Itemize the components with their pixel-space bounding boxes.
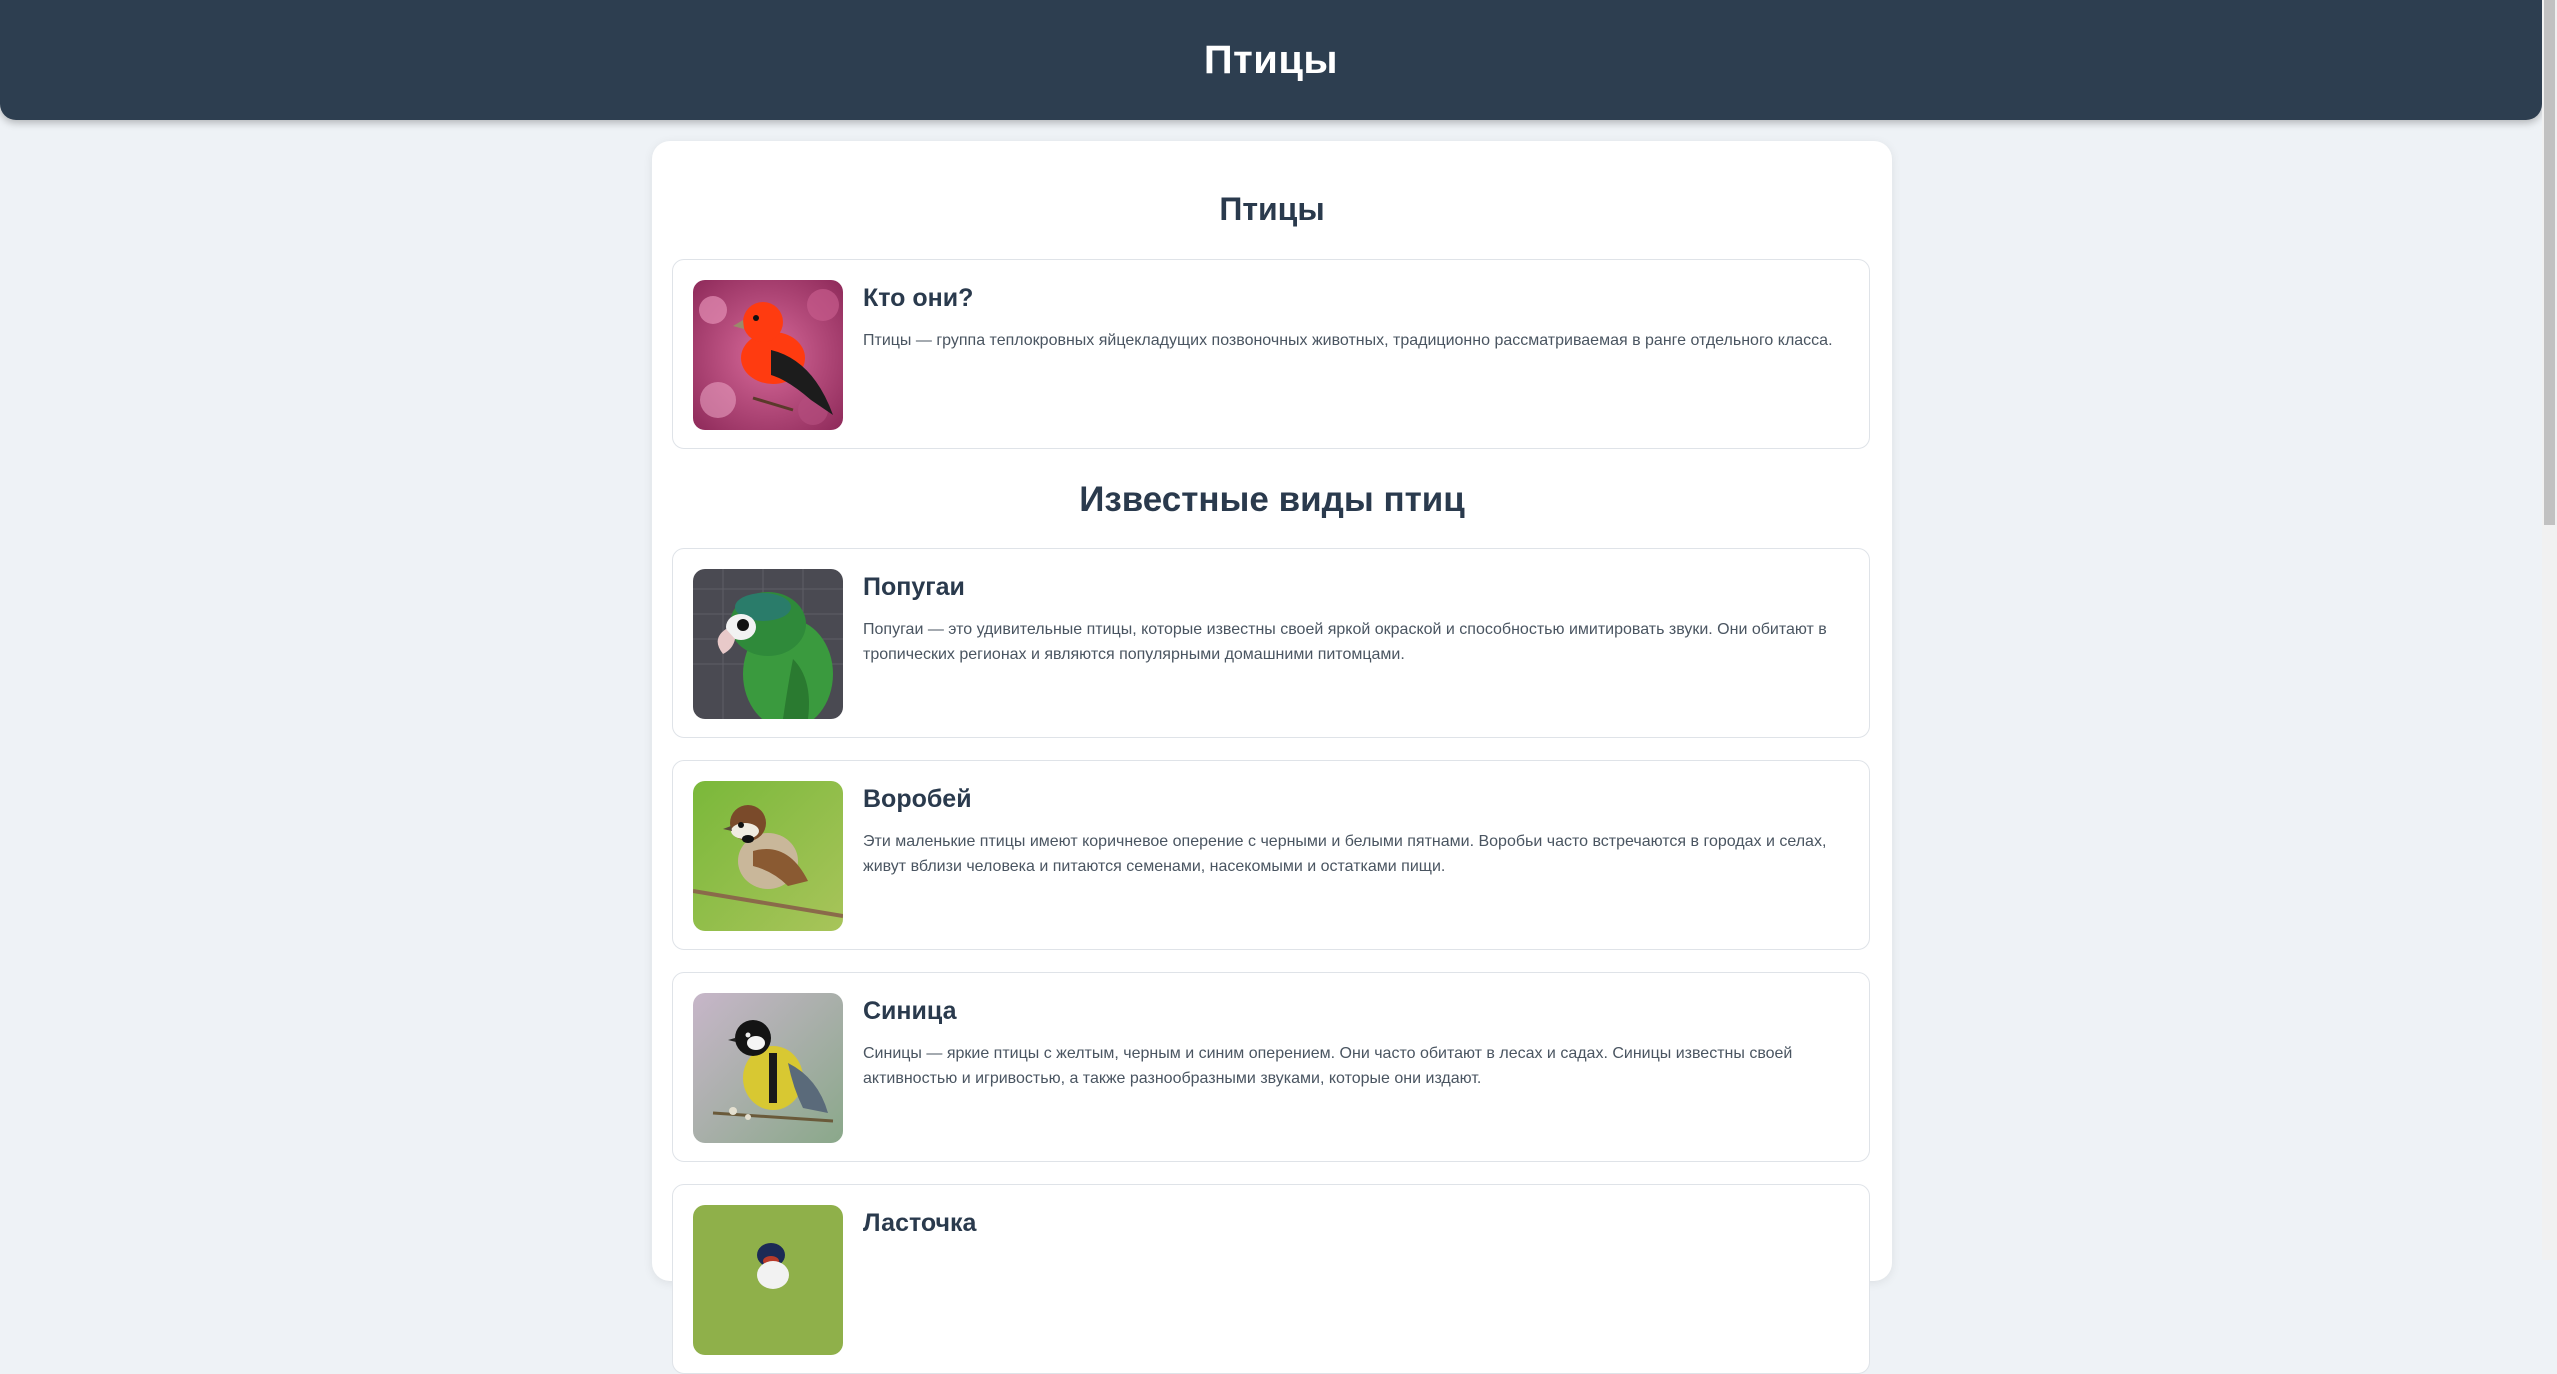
scrollbar-thumb[interactable]: [2544, 0, 2555, 525]
swallow-photo: [693, 1205, 843, 1355]
swallow-title: Ласточка: [863, 1209, 977, 1237]
species-heading: Известные виды птиц: [1079, 480, 1465, 519]
intro-card-title: Кто они?: [863, 284, 974, 312]
species-card-tit: Синица Синицы — яркие птицы с желтым, че…: [672, 972, 1870, 1162]
intro-card: Кто они? Птицы — группа теплокровных яйц…: [672, 259, 1870, 449]
sparrow-photo: [693, 781, 843, 931]
page-header: Птицы: [0, 0, 2542, 120]
content-container: Птицы Кто они? Птицы — группа теплокровн…: [652, 141, 1892, 1374]
species-card-parrot: Попугаи Попугаи — это удивительные птицы…: [672, 548, 1870, 738]
intro-card-text: Птицы — группа теплокровных яйцекладущих…: [863, 332, 1833, 349]
sparrow-title: Воробей: [863, 785, 972, 813]
page-scrollbar[interactable]: [2542, 0, 2557, 1260]
tit-title: Синица: [863, 997, 957, 1025]
red-bird-photo: [693, 280, 843, 430]
tit-photo: [693, 993, 843, 1143]
tit-text: Синицы — яркие птицы с желтым, черным и …: [863, 1045, 1793, 1087]
page-header-title: Птицы: [1203, 37, 1339, 82]
sparrow-text: Эти маленькие птицы имеют коричневое опе…: [863, 833, 1827, 875]
species-card-sparrow: Воробей Эти маленькие птицы имеют коричн…: [672, 760, 1870, 950]
intro-heading: Птицы: [1219, 191, 1325, 227]
species-card-swallow: Ласточка: [672, 1184, 1870, 1374]
parrot-photo: [693, 569, 843, 719]
parrot-text: Попугаи — это удивительные птицы, которы…: [863, 621, 1827, 663]
parrot-title: Попугаи: [863, 573, 965, 601]
